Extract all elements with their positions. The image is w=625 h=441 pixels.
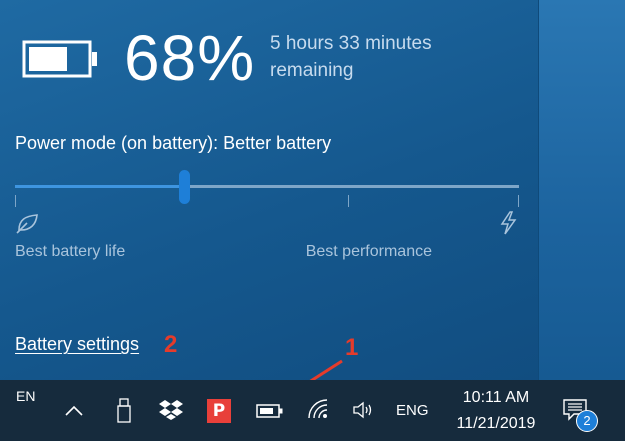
power-mode-title: Power mode (on battery): Better battery (15, 133, 332, 153)
lightning-bolt-icon (500, 211, 517, 235)
power-mode-slider-thumb[interactable] (179, 170, 190, 204)
clock-time: 10:11 AM (462, 389, 530, 406)
clock-date: 11/21/2019 (456, 415, 536, 432)
slider-tick (15, 195, 16, 207)
input-language[interactable]: ENG (396, 402, 429, 419)
slider-tick (518, 195, 519, 207)
leaf-icon (16, 214, 38, 234)
usb-drive-icon[interactable] (115, 397, 133, 425)
power-mode-slider-track[interactable] (15, 185, 519, 188)
slider-tick (348, 195, 349, 207)
chevron-up-icon[interactable] (64, 403, 84, 417)
best-battery-life-label: Best battery life (15, 243, 126, 260)
time-remaining: 5 hours 33 minutes remaining (270, 33, 432, 81)
input-language-short[interactable]: EN (16, 388, 35, 404)
taskbar: EN P ENG 10:11 AM 11/21/2019 2 (0, 380, 625, 441)
dropbox-icon[interactable] (158, 397, 184, 423)
best-performance-label: Best performance (305, 243, 432, 260)
system-clock[interactable]: 10:11 AM 11/21/2019 (440, 385, 552, 437)
volume-icon[interactable] (352, 400, 376, 420)
notification-count-badge: 2 (576, 410, 598, 432)
wifi-icon[interactable] (306, 397, 330, 421)
annotation-label-2: 2 (164, 331, 178, 358)
battery-percentage: 68% (124, 22, 256, 94)
app-p-icon[interactable]: P (207, 399, 231, 423)
power-mode-slider-fill (15, 185, 185, 188)
battery-settings-link[interactable]: Battery settings (15, 334, 139, 355)
battery-flyout: 68% 5 hours 33 minutes remaining Power m… (0, 0, 538, 380)
desktop-background (538, 0, 625, 380)
battery-large-icon (22, 40, 97, 78)
battery-icon[interactable] (256, 403, 284, 419)
